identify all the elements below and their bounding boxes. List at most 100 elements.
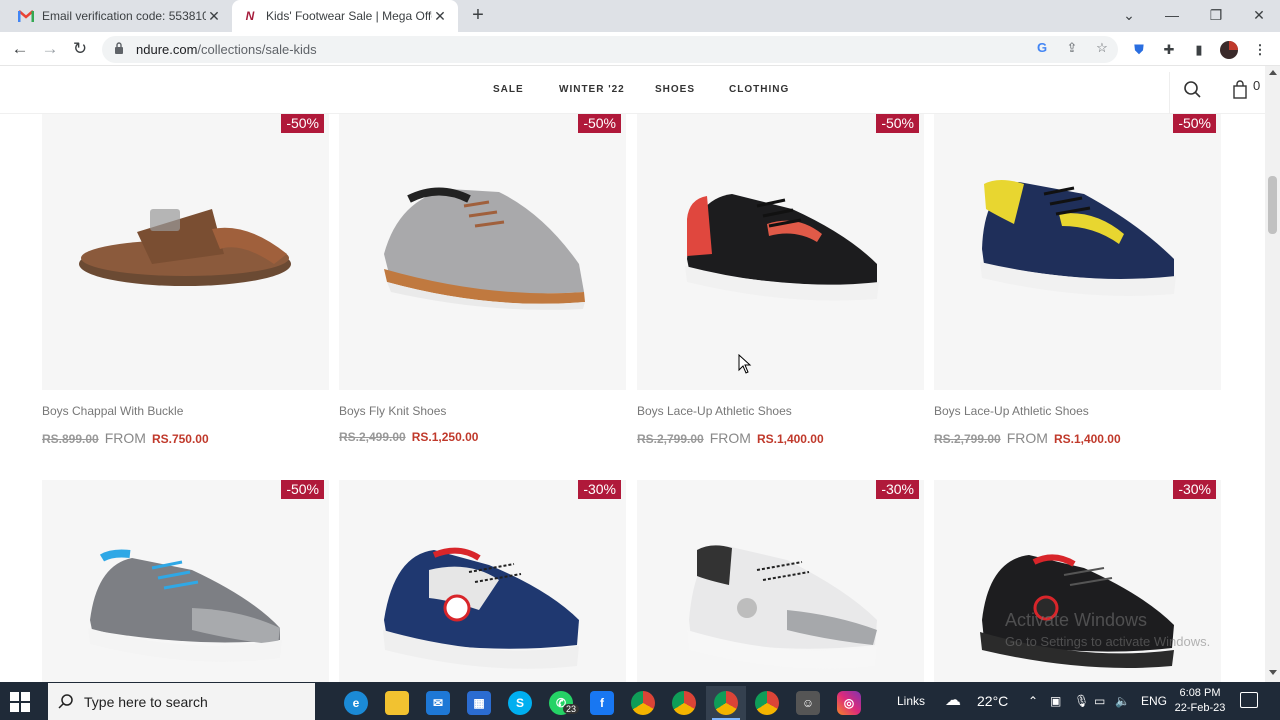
product-image-athletic-yellow[interactable] bbox=[934, 114, 1221, 390]
product-card[interactable]: -50% Boys Fly Knit Shoes RS.2,499.00 RS.1… bbox=[339, 114, 626, 454]
taskbar-whatsapp[interactable]: ✆ 23 bbox=[541, 686, 581, 720]
extensions-puzzle-icon[interactable]: ✚ bbox=[1159, 40, 1179, 60]
profile-avatar[interactable] bbox=[1219, 40, 1239, 60]
microphone-icon[interactable]: 🎙 bbox=[1074, 694, 1089, 708]
tab-title: Email verification code: 553810 - bbox=[42, 9, 206, 23]
product-image-athletic-red[interactable] bbox=[637, 114, 924, 390]
forward-button[interactable]: → bbox=[38, 37, 62, 61]
close-window-button[interactable]: ✕ bbox=[1237, 0, 1280, 32]
product-image-grey-blue[interactable] bbox=[42, 480, 329, 682]
original-price: RS.899.00 bbox=[42, 432, 99, 446]
taskbar-mail[interactable]: ✉ bbox=[418, 686, 458, 720]
taskbar-facebook[interactable]: f bbox=[582, 686, 622, 720]
cart-icon[interactable] bbox=[1232, 80, 1250, 100]
product-card[interactable]: -30% bbox=[637, 480, 924, 682]
tab-title: Kids' Footwear Sale | Mega Offer bbox=[266, 9, 432, 23]
product-name[interactable]: Boys Lace-Up Athletic Shoes bbox=[934, 404, 1089, 418]
nav-shoes[interactable]: SHOES bbox=[655, 84, 695, 95]
volume-icon[interactable]: 🔈 bbox=[1115, 694, 1130, 708]
mail-icon: ✉ bbox=[426, 691, 450, 715]
nav-winter[interactable]: WINTER '22 bbox=[559, 84, 625, 95]
product-image-black-red[interactable] bbox=[934, 480, 1221, 682]
taskbar-instagram[interactable]: ◎ bbox=[829, 686, 869, 720]
minimize-button[interactable]: — bbox=[1150, 0, 1194, 32]
chrome-icon bbox=[672, 691, 696, 715]
new-tab-button[interactable]: + bbox=[466, 4, 490, 28]
language-indicator[interactable]: ENG bbox=[1141, 694, 1167, 708]
activate-windows-subtitle: Go to Settings to activate Windows. bbox=[1005, 634, 1211, 649]
notification-center-icon[interactable] bbox=[1240, 692, 1258, 708]
taskbar-file-explorer[interactable] bbox=[377, 686, 417, 720]
side-panel-icon[interactable]: ▮ bbox=[1189, 40, 1209, 60]
taskbar-skype[interactable]: S bbox=[500, 686, 540, 720]
share-icon[interactable]: ⇪ bbox=[1063, 39, 1081, 57]
taskbar-search-box[interactable]: Type here to search bbox=[48, 683, 315, 720]
original-price: RS.2,799.00 bbox=[934, 432, 1001, 446]
taskbar-chrome-1[interactable] bbox=[623, 686, 663, 720]
product-card[interactable]: -50% Boys Lace-Up Athletic Shoes RS.2,79… bbox=[637, 114, 924, 454]
product-image-chappal[interactable] bbox=[42, 114, 329, 390]
google-translate-icon[interactable]: G bbox=[1033, 39, 1051, 57]
activate-windows-title: Activate Windows bbox=[1005, 610, 1148, 630]
discount-badge: -50% bbox=[876, 114, 919, 133]
shield-extension-icon[interactable]: ⛊ bbox=[1129, 40, 1149, 60]
robot-icon: ☺ bbox=[796, 691, 820, 715]
product-card[interactable]: -30% bbox=[934, 480, 1221, 682]
close-tab-icon[interactable]: ✕ bbox=[432, 8, 448, 25]
scroll-up-arrow[interactable] bbox=[1269, 70, 1277, 75]
discount-badge: -50% bbox=[281, 114, 324, 133]
product-card[interactable]: -50% bbox=[42, 480, 329, 682]
store-icon: ▦ bbox=[467, 691, 491, 715]
taskbar-chrome-4[interactable] bbox=[747, 686, 787, 720]
nav-clothing[interactable]: CLOTHING bbox=[729, 84, 789, 95]
taskbar-clock[interactable]: 6:08 PM 22-Feb-23 bbox=[1170, 686, 1230, 716]
product-image-navy-white[interactable] bbox=[339, 480, 626, 682]
links-toolbar[interactable]: Links bbox=[897, 694, 925, 708]
scroll-thumb[interactable] bbox=[1268, 176, 1277, 234]
product-name[interactable]: Boys Lace-Up Athletic Shoes bbox=[637, 404, 792, 418]
meet-now-icon[interactable]: ▣ bbox=[1050, 694, 1061, 708]
taskbar-store[interactable]: ▦ bbox=[459, 686, 499, 720]
product-image-flyknit[interactable] bbox=[339, 114, 626, 390]
clock-time: 6:08 PM bbox=[1179, 687, 1221, 699]
sale-price: RS.1,400.00 bbox=[756, 432, 824, 446]
taskbar-chrome-3[interactable] bbox=[706, 686, 746, 720]
scroll-down-arrow[interactable] bbox=[1269, 670, 1277, 675]
nav-sale[interactable]: SALE bbox=[493, 84, 524, 95]
lock-icon bbox=[114, 42, 126, 57]
reload-button[interactable]: ↻ bbox=[68, 37, 92, 61]
product-name[interactable]: Boys Chappal With Buckle bbox=[42, 404, 183, 418]
battery-icon[interactable]: ▭ bbox=[1094, 694, 1105, 708]
windows-start-icon[interactable] bbox=[10, 692, 30, 712]
product-card[interactable]: -50% Boys Chappal With Buckle RS.899.00 F… bbox=[42, 114, 329, 454]
browser-menu-icon[interactable]: ⋮ bbox=[1250, 40, 1270, 60]
page-scrollbar[interactable] bbox=[1265, 66, 1280, 682]
search-placeholder: Type here to search bbox=[84, 693, 208, 710]
taskbar-edge[interactable]: e bbox=[336, 686, 376, 720]
sale-price: RS.1,400.00 bbox=[1053, 432, 1121, 446]
tray-chevron-icon[interactable]: ⌃ bbox=[1028, 694, 1038, 708]
cart-count: 0 bbox=[1253, 78, 1261, 93]
discount-badge: -50% bbox=[578, 114, 621, 133]
search-icon[interactable] bbox=[1183, 80, 1203, 100]
taskbar-app-robot[interactable]: ☺ bbox=[788, 686, 828, 720]
product-image-white-grey[interactable] bbox=[637, 480, 924, 682]
product-card[interactable]: -50% Boys Lace-Up Athletic Shoes RS.2,79… bbox=[934, 114, 1221, 454]
temperature[interactable]: 22°C bbox=[977, 693, 1008, 709]
original-price: RS.2,799.00 bbox=[637, 432, 704, 446]
product-name[interactable]: Boys Fly Knit Shoes bbox=[339, 404, 446, 418]
address-bar[interactable]: ndure.com/collections/sale-kids bbox=[102, 36, 1118, 63]
tab-gmail[interactable]: Email verification code: 553810 - ✕ bbox=[8, 0, 232, 32]
back-button[interactable]: ← bbox=[8, 37, 32, 61]
site-header: SALE WINTER '22 SHOES CLOTHING 0 bbox=[0, 66, 1265, 114]
maximize-button[interactable]: ❐ bbox=[1194, 0, 1238, 32]
taskbar-chrome-2[interactable] bbox=[664, 686, 704, 720]
close-tab-icon[interactable]: ✕ bbox=[206, 8, 222, 25]
bookmark-star-icon[interactable]: ☆ bbox=[1093, 39, 1111, 57]
product-card[interactable]: -30% bbox=[339, 480, 626, 682]
facebook-icon: f bbox=[590, 691, 614, 715]
clock-date: 22-Feb-23 bbox=[1174, 702, 1226, 714]
tab-search-icon[interactable]: ⌄ bbox=[1107, 0, 1151, 32]
tab-ndure[interactable]: N Kids' Footwear Sale | Mega Offer ✕ bbox=[232, 0, 458, 32]
gmail-icon bbox=[18, 8, 34, 24]
